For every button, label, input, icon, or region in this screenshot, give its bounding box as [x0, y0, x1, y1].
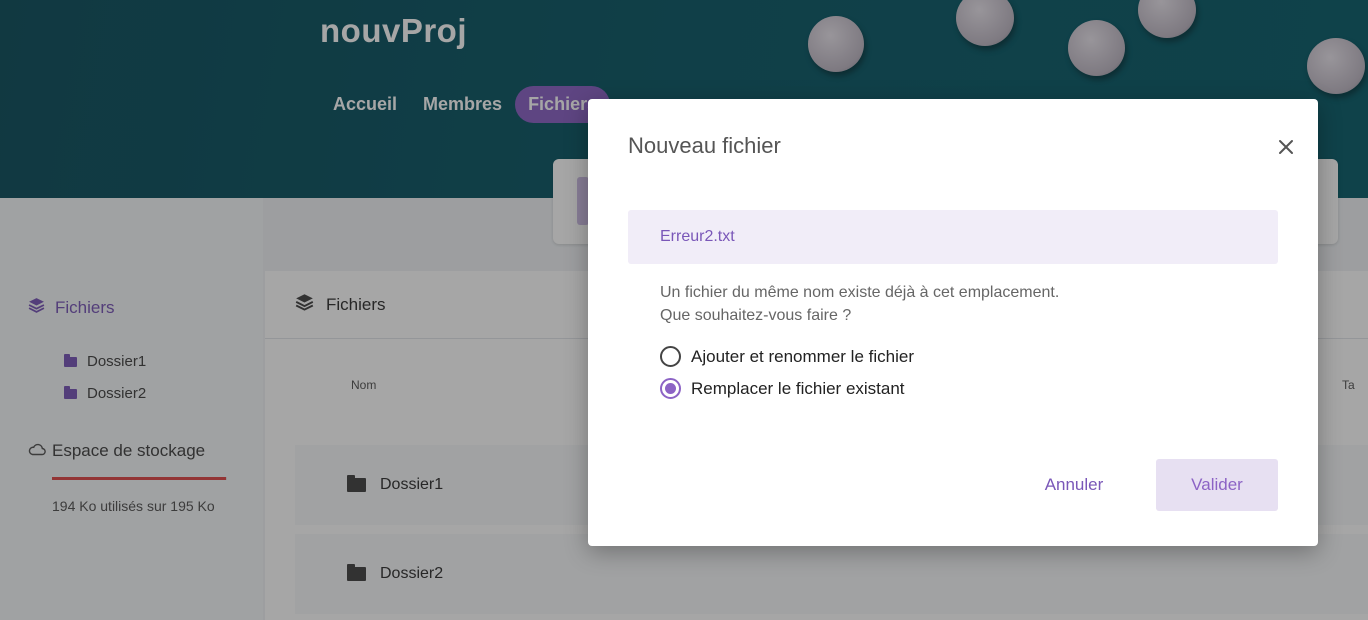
- dialog-title: Nouveau fichier: [628, 133, 781, 158]
- close-icon[interactable]: [1274, 135, 1298, 159]
- new-file-dialog: Nouveau fichier Erreur2.txt Un fichier d…: [588, 99, 1318, 546]
- filename-display: Erreur2.txt: [628, 210, 1278, 264]
- option-replace-label: Remplacer le fichier existant: [691, 378, 905, 398]
- filename-text: Erreur2.txt: [660, 228, 735, 245]
- cancel-button[interactable]: Annuler: [1028, 459, 1120, 511]
- conflict-message-line1: Un fichier du même nom existe déjà à cet…: [660, 284, 1060, 301]
- conflict-message-line2: Que souhaitez-vous faire ?: [660, 307, 852, 324]
- conflict-message: Un fichier du même nom existe déjà à cet…: [660, 281, 1059, 327]
- option-replace[interactable]: Remplacer le fichier existant: [660, 378, 905, 399]
- radio-button-checked[interactable]: [660, 378, 681, 399]
- validate-button[interactable]: Valider: [1156, 459, 1278, 511]
- option-rename[interactable]: Ajouter et renommer le fichier: [660, 346, 914, 367]
- radio-button[interactable]: [660, 346, 681, 367]
- option-rename-label: Ajouter et renommer le fichier: [691, 346, 914, 366]
